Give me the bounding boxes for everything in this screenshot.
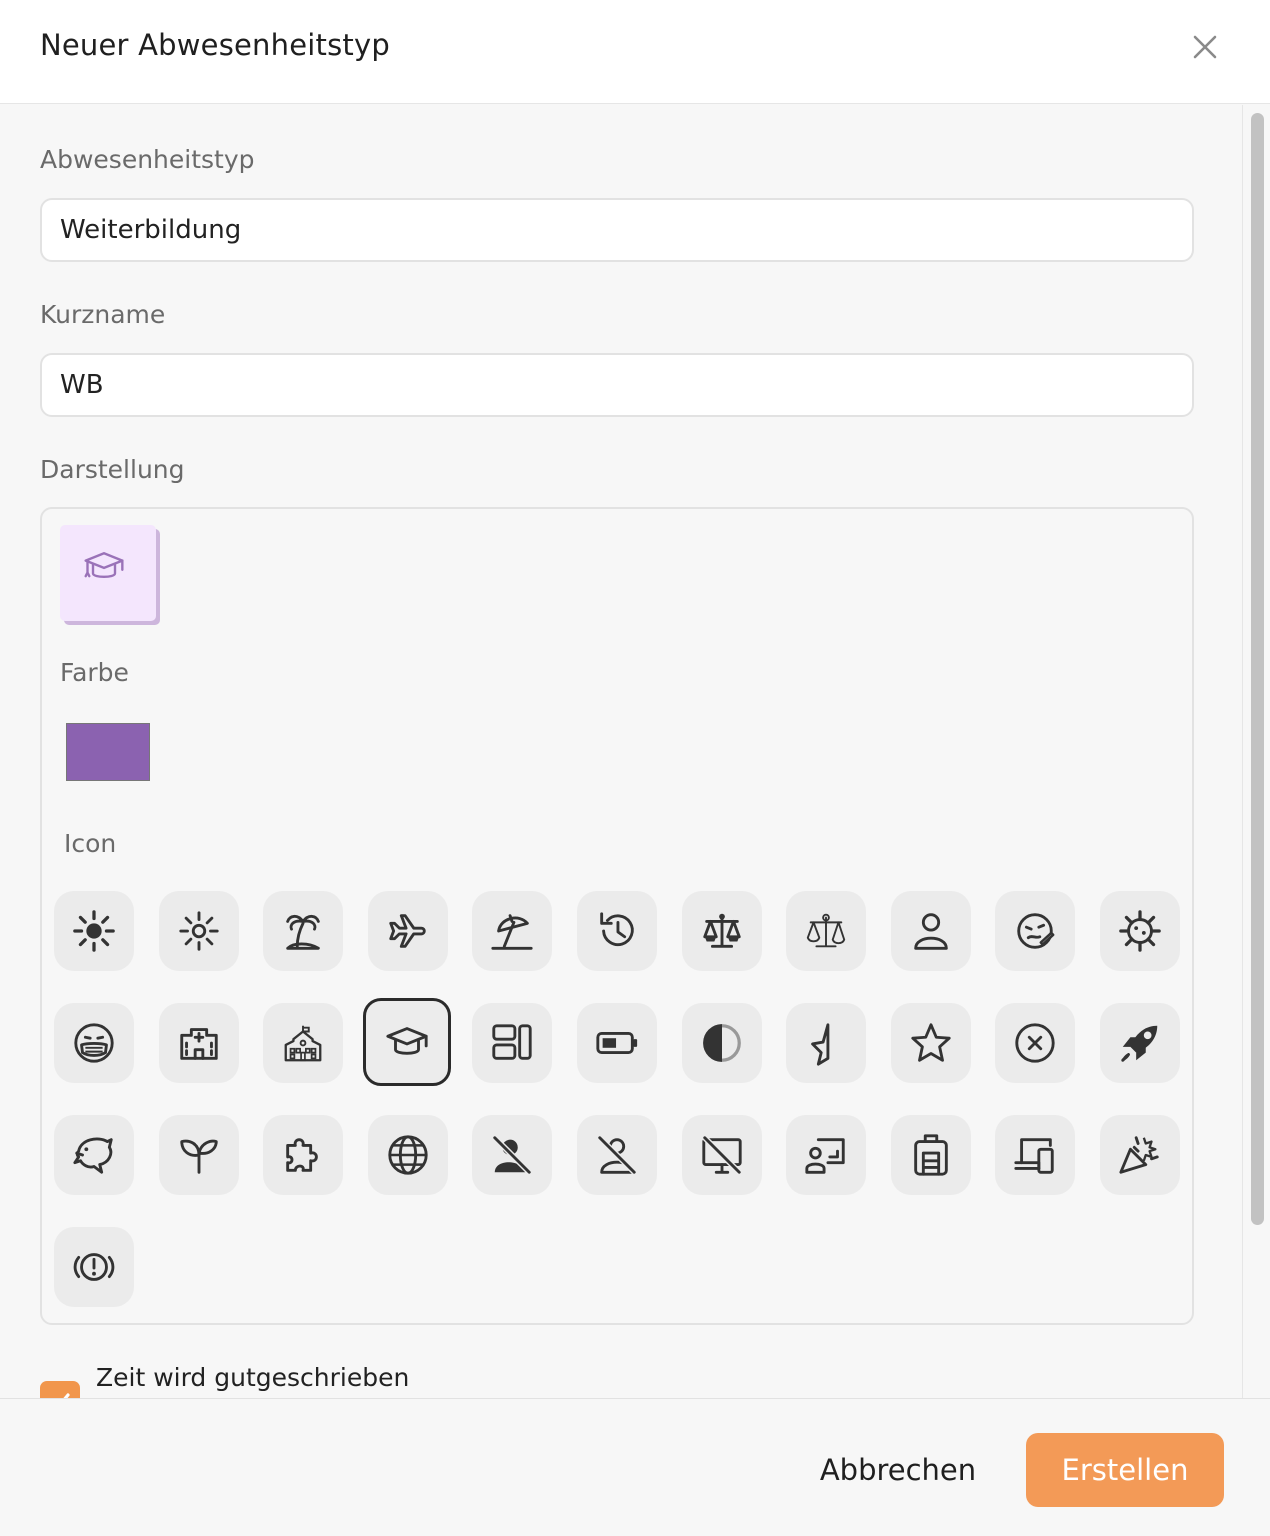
hospital-icon bbox=[179, 1028, 218, 1060]
icon-option-sun-outline[interactable] bbox=[158, 891, 239, 971]
alert-circle-icon bbox=[73, 1253, 115, 1281]
icon-option-puzzle[interactable] bbox=[263, 1115, 344, 1195]
color-swatch[interactable] bbox=[66, 723, 150, 781]
devices-icon bbox=[1014, 1138, 1055, 1174]
presenter-board-icon bbox=[805, 1138, 845, 1174]
sick-face-icon bbox=[1017, 913, 1055, 949]
short-name-label: Kurzname bbox=[40, 300, 166, 329]
icon-option-person-off-filled[interactable] bbox=[472, 1115, 553, 1195]
create-button[interactable]: Erstellen bbox=[1026, 1433, 1224, 1507]
star-icon bbox=[911, 1023, 951, 1062]
icon-option-scales-filled[interactable] bbox=[681, 891, 762, 971]
cancel-button[interactable]: Abbrechen bbox=[800, 1433, 996, 1507]
scrollbar[interactable] bbox=[1242, 105, 1270, 1398]
puzzle-icon bbox=[286, 1138, 319, 1172]
icon-label: Icon bbox=[64, 829, 117, 858]
icon-option-hospital[interactable] bbox=[158, 1003, 239, 1083]
celebration-icon bbox=[1119, 1136, 1159, 1174]
icon-option-cancel-circle[interactable] bbox=[995, 1003, 1076, 1083]
scales-outline-icon bbox=[807, 913, 846, 948]
icon-option-battery-low[interactable] bbox=[577, 1003, 657, 1083]
scrollbar-thumb[interactable] bbox=[1251, 113, 1264, 1225]
rocket-icon bbox=[1121, 1025, 1158, 1062]
dialog-title: Neuer Abwesenheitstyp bbox=[40, 28, 390, 62]
scales-filled-icon bbox=[702, 913, 741, 948]
absence-type-input[interactable] bbox=[40, 198, 1194, 262]
graduation-cap-icon bbox=[386, 1027, 428, 1055]
short-name-input[interactable] bbox=[40, 353, 1194, 417]
sun-outline-icon bbox=[178, 911, 219, 951]
icon-option-school-building[interactable] bbox=[263, 1003, 344, 1083]
contrast-icon bbox=[702, 1024, 741, 1062]
appearance-label: Darstellung bbox=[40, 455, 185, 484]
virus-icon bbox=[1119, 910, 1161, 952]
color-label: Farbe bbox=[60, 658, 129, 687]
star-half-icon bbox=[811, 1023, 830, 1066]
dialog-body: Abwesenheitstyp Kurzname Darstellung Far… bbox=[0, 105, 1242, 1398]
icon-option-person[interactable] bbox=[890, 891, 971, 971]
person-off-outline-icon bbox=[597, 1135, 637, 1175]
icon-option-rocket[interactable] bbox=[1100, 1003, 1180, 1083]
absence-type-label: Abwesenheitstyp bbox=[40, 145, 255, 174]
dialog-header: Neuer Abwesenheitstyp bbox=[0, 0, 1270, 104]
icon-option-dolphin[interactable] bbox=[54, 1115, 134, 1195]
icon-option-celebration[interactable] bbox=[1100, 1115, 1180, 1195]
icon-option-person-off-outline[interactable] bbox=[577, 1115, 657, 1195]
icon-option-star-half[interactable] bbox=[786, 1003, 867, 1083]
school-building-icon bbox=[284, 1025, 322, 1062]
luggage-icon bbox=[914, 1134, 948, 1176]
graduation-cap-icon bbox=[84, 552, 124, 579]
icon-option-desktop-off[interactable] bbox=[681, 1115, 762, 1195]
icon-option-dashboard[interactable] bbox=[472, 1003, 553, 1083]
icon-option-virus[interactable] bbox=[1100, 891, 1180, 971]
face-mask-icon bbox=[74, 1023, 114, 1063]
icon-option-contrast[interactable] bbox=[681, 1003, 762, 1083]
sun-filled-icon bbox=[73, 910, 115, 952]
icon-option-graduation-cap[interactable] bbox=[362, 998, 451, 1086]
icon-option-presenter-board[interactable] bbox=[786, 1115, 867, 1195]
icon-option-devices[interactable] bbox=[995, 1115, 1076, 1195]
icon-option-luggage[interactable] bbox=[890, 1115, 971, 1195]
icon-option-beach-umbrella[interactable] bbox=[472, 891, 553, 971]
person-icon bbox=[914, 913, 948, 950]
icon-option-airplane[interactable] bbox=[367, 891, 448, 971]
dialog-footer: Abbrechen Erstellen bbox=[0, 1398, 1270, 1536]
dolphin-icon bbox=[73, 1137, 113, 1174]
appearance-panel: Farbe Icon bbox=[40, 507, 1194, 1325]
close-icon[interactable] bbox=[1188, 30, 1222, 64]
palm-tree-icon bbox=[286, 914, 320, 950]
sprout-icon bbox=[179, 1139, 218, 1174]
desktop-off-icon bbox=[701, 1135, 742, 1175]
globe-icon bbox=[388, 1135, 428, 1175]
airplane-icon bbox=[389, 914, 426, 948]
appearance-preview bbox=[60, 525, 156, 621]
icon-option-palm-tree[interactable] bbox=[263, 891, 344, 971]
credited-checkbox[interactable] bbox=[40, 1381, 80, 1398]
icon-option-star[interactable] bbox=[890, 1003, 971, 1083]
icon-option-sprout[interactable] bbox=[158, 1115, 239, 1195]
icon-option-face-mask[interactable] bbox=[54, 1003, 134, 1083]
icon-option-sick-face[interactable] bbox=[995, 891, 1076, 971]
credited-label: Zeit wird gutgeschrieben bbox=[96, 1363, 410, 1392]
icon-option-alert-circle[interactable] bbox=[54, 1227, 134, 1307]
icon-option-globe[interactable] bbox=[367, 1115, 448, 1195]
icon-option-scales-outline[interactable] bbox=[786, 891, 867, 971]
icon-option-history[interactable] bbox=[577, 891, 657, 971]
dashboard-icon bbox=[492, 1024, 533, 1060]
person-off-filled-icon bbox=[493, 1135, 532, 1175]
battery-low-icon bbox=[596, 1031, 638, 1055]
history-icon bbox=[600, 912, 634, 947]
cancel-circle-icon bbox=[1015, 1023, 1056, 1063]
beach-umbrella-icon bbox=[491, 914, 533, 950]
icon-option-sun-filled[interactable] bbox=[54, 891, 134, 971]
